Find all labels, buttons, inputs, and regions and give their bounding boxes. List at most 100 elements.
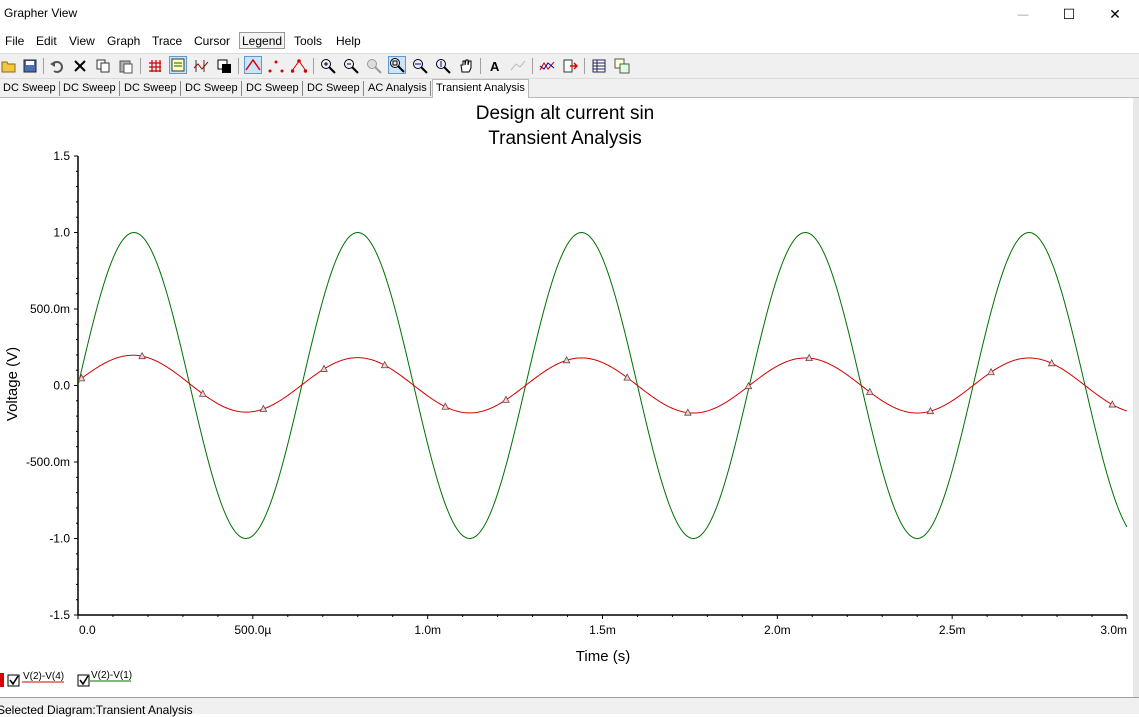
cut-icon: [74, 60, 86, 72]
legend-label-1: V(2)-V(4): [23, 671, 64, 682]
markers-trace-button[interactable]: [290, 57, 308, 75]
menu-edit[interactable]: Edit: [36, 34, 57, 48]
zoom-y-icon: [436, 59, 451, 74]
legend-selected-marker: [0, 673, 4, 687]
plot-area[interactable]: Design alt current sin Transient Analysi…: [0, 98, 1133, 697]
y-tick-label: 1.0: [53, 226, 70, 240]
trace-marker: [502, 395, 510, 403]
trace-marker: [380, 360, 389, 369]
toolbar-separator: [532, 58, 533, 74]
grid-icon: [149, 60, 161, 72]
legend-button[interactable]: [169, 56, 187, 74]
x-tick-label: 1.0m: [414, 623, 441, 637]
markers-trace-icon: [291, 59, 307, 73]
maximize-button[interactable]: ☐: [1046, 0, 1092, 29]
overlay-traces-button[interactable]: [538, 57, 556, 75]
zoom-full-button[interactable]: [365, 57, 383, 75]
toolbar: A: [0, 53, 1139, 79]
zoom-area-button[interactable]: [388, 56, 406, 74]
copy-button[interactable]: [94, 57, 112, 75]
y-tick-label: -500.0m: [26, 455, 70, 469]
chart-title: Design alt current sin: [476, 103, 654, 124]
trace-marker: [198, 389, 207, 397]
cut-button[interactable]: [71, 57, 89, 75]
label-button[interactable]: [509, 57, 527, 75]
trace-line: [77, 354, 1128, 414]
menu-cursor[interactable]: Cursor: [194, 34, 230, 48]
menu-view[interactable]: View: [69, 34, 95, 48]
save-button[interactable]: [21, 57, 39, 75]
reverse-colors-icon: [217, 59, 231, 73]
y-tick-label: 0.0: [53, 379, 70, 393]
menu-graph[interactable]: Graph: [107, 34, 140, 48]
transient-chart: Design alt current sin Transient Analysi…: [0, 103, 1128, 687]
tab-dc-sweep-4[interactable]: DC Sweep: [182, 81, 242, 96]
vertical-scrollbar[interactable]: [1133, 98, 1139, 697]
line-trace-button[interactable]: [244, 56, 262, 74]
text-button[interactable]: A: [486, 57, 504, 75]
x-tick-label: 500.0µ: [234, 623, 271, 637]
text-icon: A: [490, 59, 500, 74]
menu-legend[interactable]: Legend: [239, 32, 286, 49]
y-tick-label: -1.5: [49, 608, 70, 622]
trace-marker: [987, 367, 995, 376]
zoom-out-button[interactable]: [342, 57, 360, 75]
copy-graph-button[interactable]: [613, 57, 631, 75]
label-icon: [510, 60, 526, 71]
menu-bar: File Edit View Graph Trace Cursor Legend…: [0, 31, 1139, 51]
properties-button[interactable]: [590, 57, 608, 75]
trace-marker: [77, 374, 86, 382]
reverse-colors-button[interactable]: [215, 57, 233, 75]
close-button[interactable]: ✕: [1092, 0, 1138, 29]
tab-ac-analysis[interactable]: AC Analysis: [365, 81, 431, 96]
trace-line: [77, 231, 1128, 540]
line-trace-icon: [245, 58, 261, 71]
open-button[interactable]: [0, 57, 18, 75]
paste-button[interactable]: [117, 57, 135, 75]
pan-icon: [460, 59, 472, 73]
title-bar: Grapher View — ☐ ✕: [0, 0, 1139, 29]
zoom-x-icon: [413, 59, 428, 74]
trace-marker: [1108, 400, 1117, 408]
chart-axes: 1.5 1.0 500.0m 0.0 -500.0m -1.0 -1.5 0.0 500.0µ 1…: [26, 149, 1128, 637]
svg-text:A: A: [490, 59, 500, 74]
dots-trace-button[interactable]: [267, 57, 285, 75]
chart-traces: [77, 231, 1128, 540]
zoom-in-icon: [321, 59, 336, 74]
trace-marker: [320, 364, 328, 372]
zoom-y-button[interactable]: [434, 57, 452, 75]
tab-transient-analysis[interactable]: Transient Analysis: [432, 79, 529, 98]
menu-tools[interactable]: Tools: [294, 34, 322, 48]
close-icon: ✕: [1109, 6, 1121, 22]
menu-trace[interactable]: Trace: [152, 34, 182, 48]
tab-dc-sweep-5[interactable]: DC Sweep: [243, 81, 303, 96]
undo-icon: [50, 61, 63, 73]
tab-dc-sweep-6[interactable]: DC Sweep: [304, 81, 364, 96]
menu-file[interactable]: File: [5, 34, 24, 48]
pan-button[interactable]: [457, 57, 475, 75]
minimize-button[interactable]: —: [1000, 0, 1046, 29]
y-axis-label: Voltage (V): [4, 347, 21, 421]
grid-button[interactable]: [146, 57, 164, 75]
chart-subtitle: Transient Analysis: [488, 128, 641, 149]
copy-icon: [96, 59, 110, 73]
undo-button[interactable]: [48, 57, 66, 75]
tab-dc-sweep-3[interactable]: DC Sweep: [121, 81, 181, 96]
toolbar-separator: [584, 58, 585, 74]
legend-label-2: V(2)-V(1): [91, 670, 132, 681]
menu-help[interactable]: Help: [336, 34, 361, 48]
tab-dc-sweep-2[interactable]: DC Sweep: [60, 81, 120, 96]
paste-icon: [119, 60, 133, 74]
export-button[interactable]: [561, 57, 579, 75]
status-text: Selected Diagram:Transient Analysis: [0, 703, 193, 717]
tab-dc-sweep-1[interactable]: DC Sweep: [0, 81, 60, 96]
cursors-button[interactable]: [192, 57, 210, 75]
zoom-in-button[interactable]: [319, 57, 337, 75]
dots-trace-icon: [268, 60, 284, 73]
cursors-icon: [193, 60, 209, 72]
zoom-x-button[interactable]: [411, 57, 429, 75]
x-axis-label: Time (s): [576, 648, 630, 665]
open-icon: [1, 61, 16, 73]
x-tick-label: 1.5m: [589, 623, 616, 637]
x-tick-label: 2.0m: [764, 623, 791, 637]
